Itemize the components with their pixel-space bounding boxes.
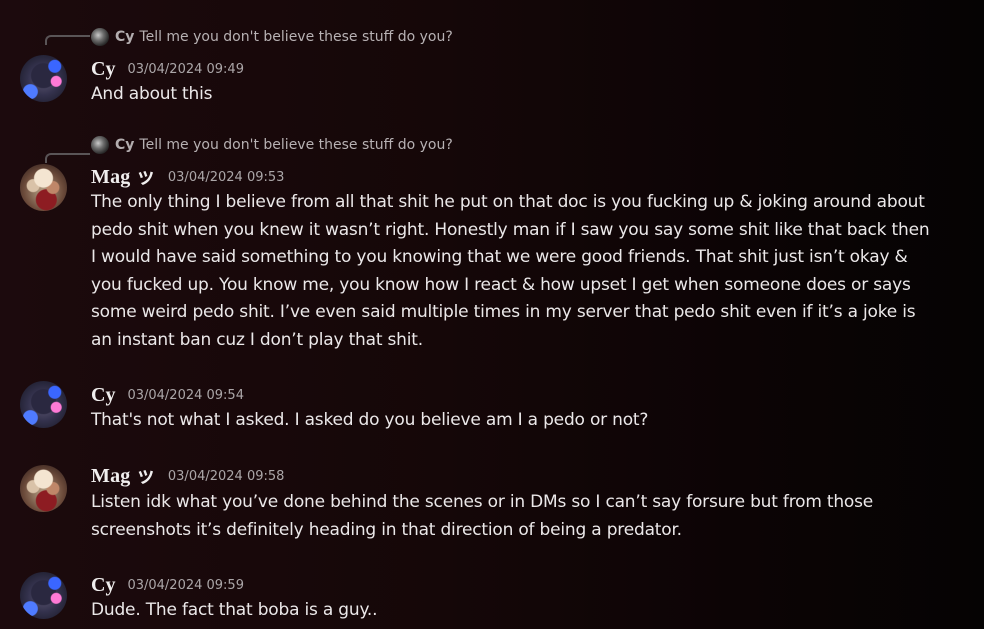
reply-avatar	[91, 28, 109, 46]
message-text: And about this	[91, 84, 213, 104]
avatar[interactable]	[20, 55, 67, 102]
avatar[interactable]	[20, 465, 67, 512]
message-text: Listen idk what you’ve done behind the s…	[91, 492, 874, 540]
reply-preview[interactable]: Cy Tell me you don't believe these stuff…	[91, 135, 453, 155]
message-text: Dude. The fact that boba is a guy..	[91, 600, 378, 620]
message-header: Mag ッ 03/04/2024 09:58	[91, 462, 284, 486]
author-name[interactable]: Mag ッ	[91, 167, 156, 187]
reply-connector	[45, 153, 90, 163]
author-name[interactable]: Cy	[91, 575, 115, 595]
message-timestamp: 03/04/2024 09:53	[167, 170, 285, 185]
message-header: Cy 03/04/2024 09:54	[91, 381, 244, 405]
reply-text[interactable]: Tell me you don't believe these stuff do…	[139, 137, 452, 153]
author-name[interactable]: Cy	[91, 385, 115, 405]
reply-author[interactable]: Cy	[115, 29, 134, 45]
message-header: Mag ッ 03/04/2024 09:53	[91, 163, 284, 187]
message-timestamp: 03/04/2024 09:59	[127, 578, 244, 593]
message-timestamp: 03/04/2024 09:54	[127, 388, 244, 403]
reply-connector	[45, 35, 90, 45]
message-timestamp: 03/04/2024 09:49	[127, 62, 244, 77]
message-header: Cy 03/04/2024 09:49	[91, 55, 244, 79]
reply-avatar	[91, 136, 109, 154]
avatar[interactable]	[20, 381, 67, 428]
message-header: Cy 03/04/2024 09:59	[91, 571, 244, 595]
chat-message-list: Cy Tell me you don't believe these stuff…	[0, 0, 984, 629]
author-name[interactable]: Cy	[91, 59, 115, 79]
message-timestamp: 03/04/2024 09:58	[167, 469, 285, 484]
avatar[interactable]	[20, 164, 67, 211]
reply-preview[interactable]: Cy Tell me you don't believe these stuff…	[91, 27, 453, 47]
message-text: That's not what I asked. I asked do you …	[91, 410, 649, 430]
message-text: The only thing I believe from all that s…	[91, 192, 930, 350]
reply-author[interactable]: Cy	[115, 137, 134, 153]
avatar[interactable]	[20, 572, 67, 619]
author-name[interactable]: Mag ッ	[91, 466, 156, 486]
reply-text[interactable]: Tell me you don't believe these stuff do…	[139, 29, 452, 45]
